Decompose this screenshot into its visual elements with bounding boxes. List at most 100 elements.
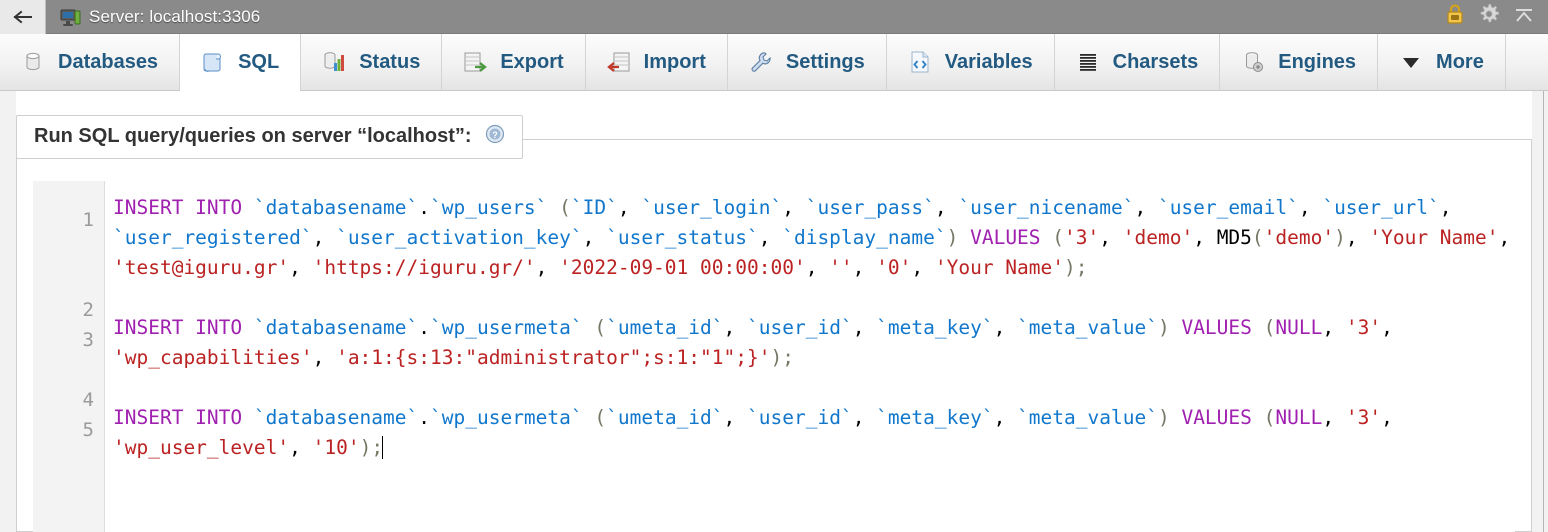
code-token: `databasename`	[253, 316, 419, 339]
code-token: `user_status`	[606, 226, 759, 249]
code-file-icon	[908, 50, 932, 74]
code-token: (	[1040, 226, 1065, 249]
code-token: .	[418, 316, 431, 339]
code-token: )	[1157, 406, 1170, 429]
window-title: Server: localhost:3306	[89, 6, 261, 26]
help-question-icon[interactable]: ?	[485, 124, 505, 149]
code-token: (	[547, 196, 571, 219]
tab-label: Status	[359, 50, 421, 73]
left-margin-strip	[0, 91, 16, 532]
tab-charsets[interactable]: Charsets	[1055, 34, 1221, 90]
code-token: `user_login`	[641, 196, 783, 219]
code-token: ,	[758, 226, 783, 249]
code-token: '2022-09-01 00:00:00'	[559, 256, 806, 279]
code-token: '3'	[1345, 316, 1382, 339]
chevron-down-icon	[1399, 50, 1423, 74]
code-token: ''	[829, 256, 853, 279]
code-token: `wp_users`	[430, 196, 548, 219]
tab-more[interactable]: More	[1378, 34, 1506, 90]
code-token: (	[1251, 316, 1276, 339]
code-token: '3'	[1345, 406, 1382, 429]
code-token: 'Your Name'	[1369, 226, 1499, 249]
editor-code-area[interactable]: INSERT INTO `databasename`.`wp_users` (`…	[105, 181, 1515, 532]
tab-export[interactable]: Export	[442, 34, 586, 90]
code-token: ,	[782, 196, 806, 219]
tab-sql[interactable]: SQL	[179, 34, 302, 91]
code-token: ,	[852, 316, 877, 339]
code-token: ,	[852, 256, 877, 279]
tab-label: Settings	[785, 50, 865, 73]
text-caret	[382, 436, 384, 459]
code-line: INSERT INTO `databasename`.`wp_users` (`…	[113, 193, 1515, 283]
main-navigation-tabs: Databases SQL Status Export Import Setti…	[0, 34, 1548, 91]
code-token: ,	[1381, 406, 1405, 429]
code-token: ,	[1322, 316, 1346, 339]
code-token: '3'	[1064, 226, 1100, 249]
editor-line-number-gutter: 12345	[33, 181, 105, 532]
code-token: 'wp_user_level'	[113, 436, 290, 459]
code-token: )	[359, 436, 372, 459]
code-token: 'demo'	[1263, 226, 1335, 249]
code-token: INSERT INTO	[113, 406, 254, 429]
sql-code-editor[interactable]: 12345 INSERT INTO `databasename`.`wp_use…	[33, 181, 1515, 532]
code-token: ,	[1193, 226, 1217, 249]
code-token: `umeta_id`	[606, 406, 724, 429]
code-token: ,	[312, 226, 337, 249]
code-token: ;	[1075, 256, 1088, 279]
code-token: (	[582, 406, 607, 429]
tab-label: Databases	[58, 50, 159, 73]
lock-icon[interactable]	[1445, 3, 1465, 30]
code-token: `meta_value`	[1017, 316, 1158, 339]
code-token: ,	[289, 436, 313, 459]
code-token: 'test@iguru.gr'	[113, 256, 290, 279]
code-token: (	[1251, 406, 1276, 429]
tab-label: More	[1436, 50, 1484, 73]
code-token: `meta_key`	[876, 316, 994, 339]
code-token: `meta_key`	[876, 406, 994, 429]
gear-icon[interactable]	[1478, 3, 1500, 30]
code-token: .	[418, 196, 431, 219]
code-token: ,	[1298, 196, 1323, 219]
code-token: ;	[782, 346, 794, 369]
code-token: ,	[289, 256, 313, 279]
titlebar-actions	[1445, 3, 1548, 30]
code-token: )	[1334, 226, 1346, 249]
code-token: 'Your Name'	[934, 256, 1064, 279]
code-token: `user_registered`	[113, 226, 313, 249]
code-token: )	[946, 226, 959, 249]
code-token: .	[418, 406, 431, 429]
collapse-icon[interactable]	[1513, 4, 1535, 29]
export-icon	[463, 50, 488, 74]
tab-databases[interactable]: Databases	[0, 34, 181, 90]
code-token: ,	[312, 346, 337, 369]
code-token: ,	[1134, 196, 1158, 219]
code-token: `user_url`	[1322, 196, 1440, 219]
panel-legend-text: Run SQL query/queries on server “localho…	[34, 125, 472, 147]
tab-variables[interactable]: Variables	[887, 34, 1055, 90]
wrench-icon	[749, 50, 773, 74]
import-icon	[606, 50, 631, 74]
code-token: ,	[1099, 226, 1123, 249]
tab-label: Variables	[944, 50, 1033, 73]
code-token: 'https://iguru.gr/'	[312, 256, 536, 279]
code-token: )	[1064, 256, 1076, 279]
code-token: `display_name`	[782, 226, 947, 249]
code-token: ,	[1439, 196, 1464, 219]
back-button[interactable]	[0, 0, 46, 34]
code-token: ,	[1498, 226, 1511, 249]
code-token: `user_id`	[747, 316, 853, 339]
code-token: ,	[723, 316, 748, 339]
tab-settings[interactable]: Settings	[728, 34, 887, 90]
code-line: INSERT INTO `databasename`.`wp_usermeta`…	[113, 403, 1515, 463]
code-token: ,	[1322, 406, 1346, 429]
code-token: ,	[1345, 226, 1370, 249]
tab-import[interactable]: Import	[586, 34, 728, 90]
code-token: `user_email`	[1157, 196, 1299, 219]
tab-status[interactable]: Status	[301, 34, 443, 90]
tab-engines[interactable]: Engines	[1220, 34, 1379, 90]
server-monitor-icon	[60, 8, 81, 26]
